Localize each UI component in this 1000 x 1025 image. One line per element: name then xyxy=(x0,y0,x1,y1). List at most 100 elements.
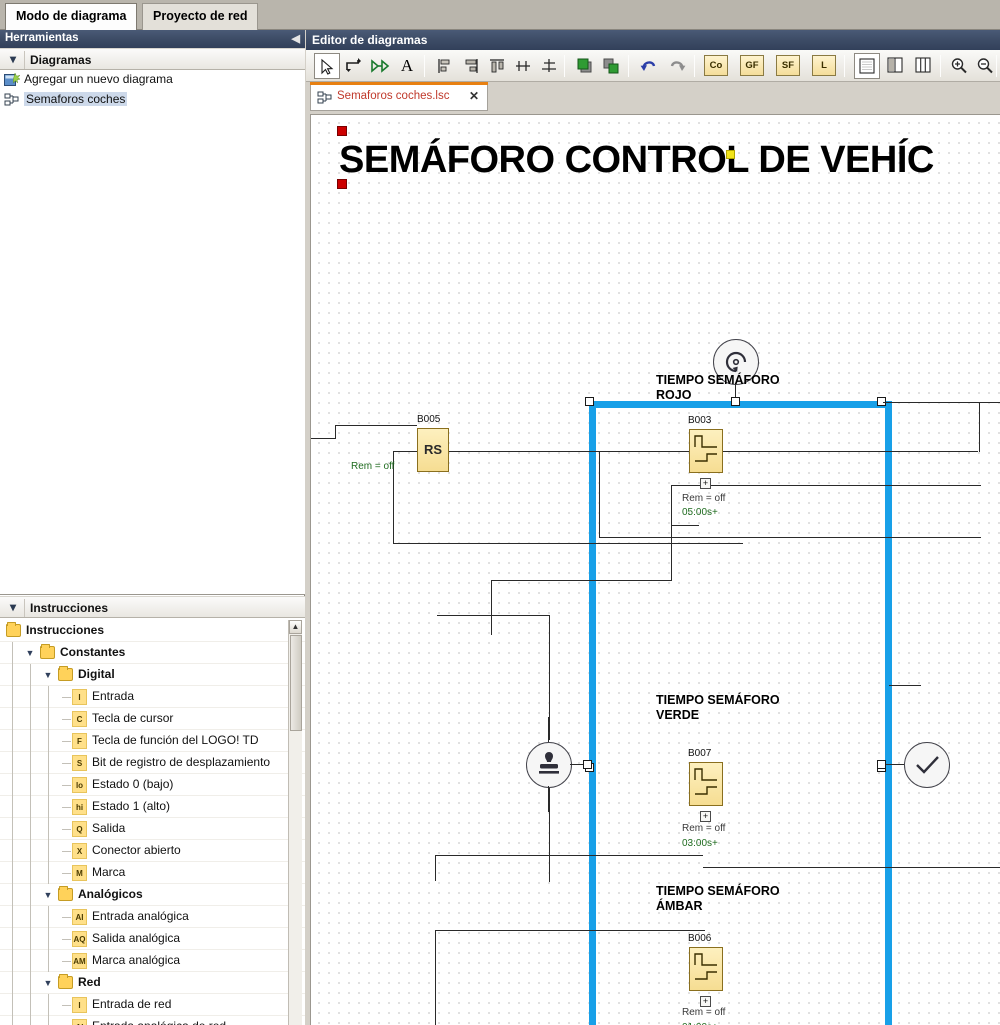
library-button[interactable]: L xyxy=(812,55,836,76)
align-top-tool[interactable] xyxy=(484,53,510,79)
wire-stamp-bottom xyxy=(548,786,549,812)
tree-item-estado-1-alto[interactable]: hi Estado 1 (alto) xyxy=(0,796,305,818)
bring-front-tool[interactable] xyxy=(572,53,598,79)
instructions-tree[interactable]: Instrucciones ▼ Constantes ▼ Digital I Entrada… xyxy=(0,620,305,1025)
function-block-b007[interactable] xyxy=(689,762,723,806)
scroll-thumb[interactable] xyxy=(290,635,302,731)
send-back-tool[interactable] xyxy=(598,53,624,79)
constants-connectors-button[interactable]: Co xyxy=(704,55,728,76)
text-handle-top[interactable] xyxy=(337,126,347,136)
diagram-editor-panel: Editor de diagramas A Co GF SF L Semafor… xyxy=(306,30,1000,1025)
tab-proyecto-de-red[interactable]: Proyecto de red xyxy=(142,3,259,30)
block-expand-b007[interactable]: + xyxy=(700,811,711,822)
tree-guide xyxy=(30,840,31,862)
tree-item-estado-0-bajo[interactable]: lo Estado 0 (bajo) xyxy=(0,774,305,796)
chevron-down-icon[interactable]: ▼ xyxy=(42,977,54,989)
align-left-tool[interactable] xyxy=(432,53,458,79)
scroll-up-arrow[interactable]: ▲ xyxy=(289,620,302,634)
tree-guide xyxy=(30,708,31,730)
tree-guide xyxy=(30,730,31,752)
basic-functions-button[interactable]: GF xyxy=(740,55,764,76)
list-item-semaforos-coches[interactable]: Semaforos coches xyxy=(0,90,305,110)
folder-icon xyxy=(58,886,73,901)
instruction-badge: AI xyxy=(72,1019,87,1025)
collapse-left-icon[interactable]: ◀ xyxy=(292,32,300,45)
zoom-in-button[interactable] xyxy=(946,53,972,79)
tree-item-entrada-anal-gica[interactable]: AI Entrada analógica xyxy=(0,906,305,928)
tree-elbow xyxy=(62,829,71,830)
tab-modo-de-diagrama[interactable]: Modo de diagrama xyxy=(5,3,138,30)
connect-tool[interactable] xyxy=(342,53,368,79)
close-icon[interactable]: ✕ xyxy=(469,89,479,103)
tree-guide xyxy=(48,862,49,884)
single-view-button[interactable] xyxy=(854,53,880,79)
diagram-canvas[interactable]: SEMÁFORO CONTROL DE VEHÍC B005 RS Rem = … xyxy=(310,114,1000,1025)
check-node[interactable] xyxy=(904,742,950,788)
annotation-tiempo-semaforo-ambar[interactable]: TIEMPO SEMÁFORO ÁMBAR xyxy=(656,884,780,914)
stamp-node[interactable] xyxy=(526,742,572,788)
list-item-agregar-nuevo-diagrama[interactable]: Agregar un nuevo diagrama xyxy=(0,70,305,90)
function-block-b006[interactable] xyxy=(689,947,723,991)
canvas-title-text[interactable]: SEMÁFORO CONTROL DE VEHÍC xyxy=(339,139,934,182)
distribute-horizontal-tool[interactable] xyxy=(510,53,536,79)
chevron-down-icon-diagramas[interactable]: ▾ xyxy=(6,53,20,67)
tree-item-digital[interactable]: ▼ Digital xyxy=(0,664,305,686)
document-tab-semaforos-coches[interactable]: Semaforos coches.lsc ✕ xyxy=(310,85,488,111)
tree-item-tecla-de-funci-n-del-logo-td[interactable]: F Tecla de función del LOGO! TD xyxy=(0,730,305,752)
annotation-tiempo-semaforo-verde[interactable]: TIEMPO SEMÁFORO VERDE xyxy=(656,693,780,723)
tree-item-entrada-de-red[interactable]: I Entrada de red xyxy=(0,994,305,1016)
tree-guide xyxy=(48,730,49,752)
cut-link-tool[interactable] xyxy=(368,53,394,79)
tree-item-entrada[interactable]: I Entrada xyxy=(0,686,305,708)
chevron-down-icon[interactable]: ▼ xyxy=(42,889,54,901)
text-handle-mid[interactable] xyxy=(726,150,735,159)
section-header-diagramas[interactable]: ▾ Diagramas xyxy=(0,48,305,70)
node-handle-left-mid[interactable] xyxy=(583,760,592,769)
tree-item-salida[interactable]: Q Salida xyxy=(0,818,305,840)
select-arrow-tool[interactable] xyxy=(314,53,340,79)
tree-item-instrucciones[interactable]: Instrucciones xyxy=(0,620,305,642)
selection-handle-tl[interactable] xyxy=(585,397,594,406)
function-block-b003[interactable] xyxy=(689,429,723,473)
special-functions-button[interactable]: SF xyxy=(776,55,800,76)
zoom-out-button[interactable] xyxy=(972,53,998,79)
tree-guide xyxy=(48,994,49,1016)
chevron-down-icon[interactable]: ▼ xyxy=(24,647,36,659)
wire-left-in xyxy=(311,438,335,439)
split-three-button[interactable] xyxy=(910,53,936,79)
tree-item-anal-gicos[interactable]: ▼ Analógicos xyxy=(0,884,305,906)
tree-item-conector-abierto[interactable]: X Conector abierto xyxy=(0,840,305,862)
tree-item-marca[interactable]: M Marca xyxy=(0,862,305,884)
tree-elbow xyxy=(62,961,71,962)
function-block-b005[interactable]: RS xyxy=(417,428,449,472)
chevron-down-icon[interactable]: ▼ xyxy=(42,669,54,681)
tree-item-salida-anal-gica[interactable]: AQ Salida analógica xyxy=(0,928,305,950)
tree-item-marca-anal-gica[interactable]: AM Marca analógica xyxy=(0,950,305,972)
tree-guide xyxy=(30,884,31,906)
node-handle-check-left[interactable] xyxy=(877,760,886,769)
align-right-tool[interactable] xyxy=(458,53,484,79)
tree-guide xyxy=(30,686,31,708)
tree-elbow xyxy=(62,785,71,786)
instruction-badge: AI xyxy=(72,909,87,925)
annotation-tiempo-semaforo-rojo[interactable]: TIEMPO SEMÁFORO ROJO xyxy=(656,373,780,403)
block-expand-b003[interactable]: + xyxy=(700,478,711,489)
text-tool[interactable]: A xyxy=(394,53,420,79)
distribute-vertical-tool[interactable] xyxy=(536,53,562,79)
section-header-instrucciones[interactable]: ▾ Instrucciones xyxy=(0,596,305,618)
chevron-down-icon-instrucciones[interactable]: ▾ xyxy=(6,601,20,615)
tree-guide xyxy=(30,818,31,840)
tree-item-red[interactable]: ▼ Red xyxy=(0,972,305,994)
instructions-vscrollbar[interactable]: ▲ xyxy=(288,620,302,1025)
tree-item-tecla-de-cursor[interactable]: C Tecla de cursor xyxy=(0,708,305,730)
redo-button[interactable] xyxy=(664,53,690,79)
tree-item-bit-de-registro-de-desplazamiento[interactable]: S Bit de registro de desplazamiento xyxy=(0,752,305,774)
tree-item-entrada-anal-gica-de-red[interactable]: AI Entrada analógica de red xyxy=(0,1016,305,1025)
toolbar-separator xyxy=(564,55,565,77)
wire-b003-in xyxy=(671,525,699,526)
undo-button[interactable] xyxy=(636,53,662,79)
block-expand-b006[interactable]: + xyxy=(700,996,711,1007)
tree-guide xyxy=(30,994,31,1016)
split-vertical-button[interactable] xyxy=(882,53,908,79)
tree-item-constantes[interactable]: ▼ Constantes xyxy=(0,642,305,664)
